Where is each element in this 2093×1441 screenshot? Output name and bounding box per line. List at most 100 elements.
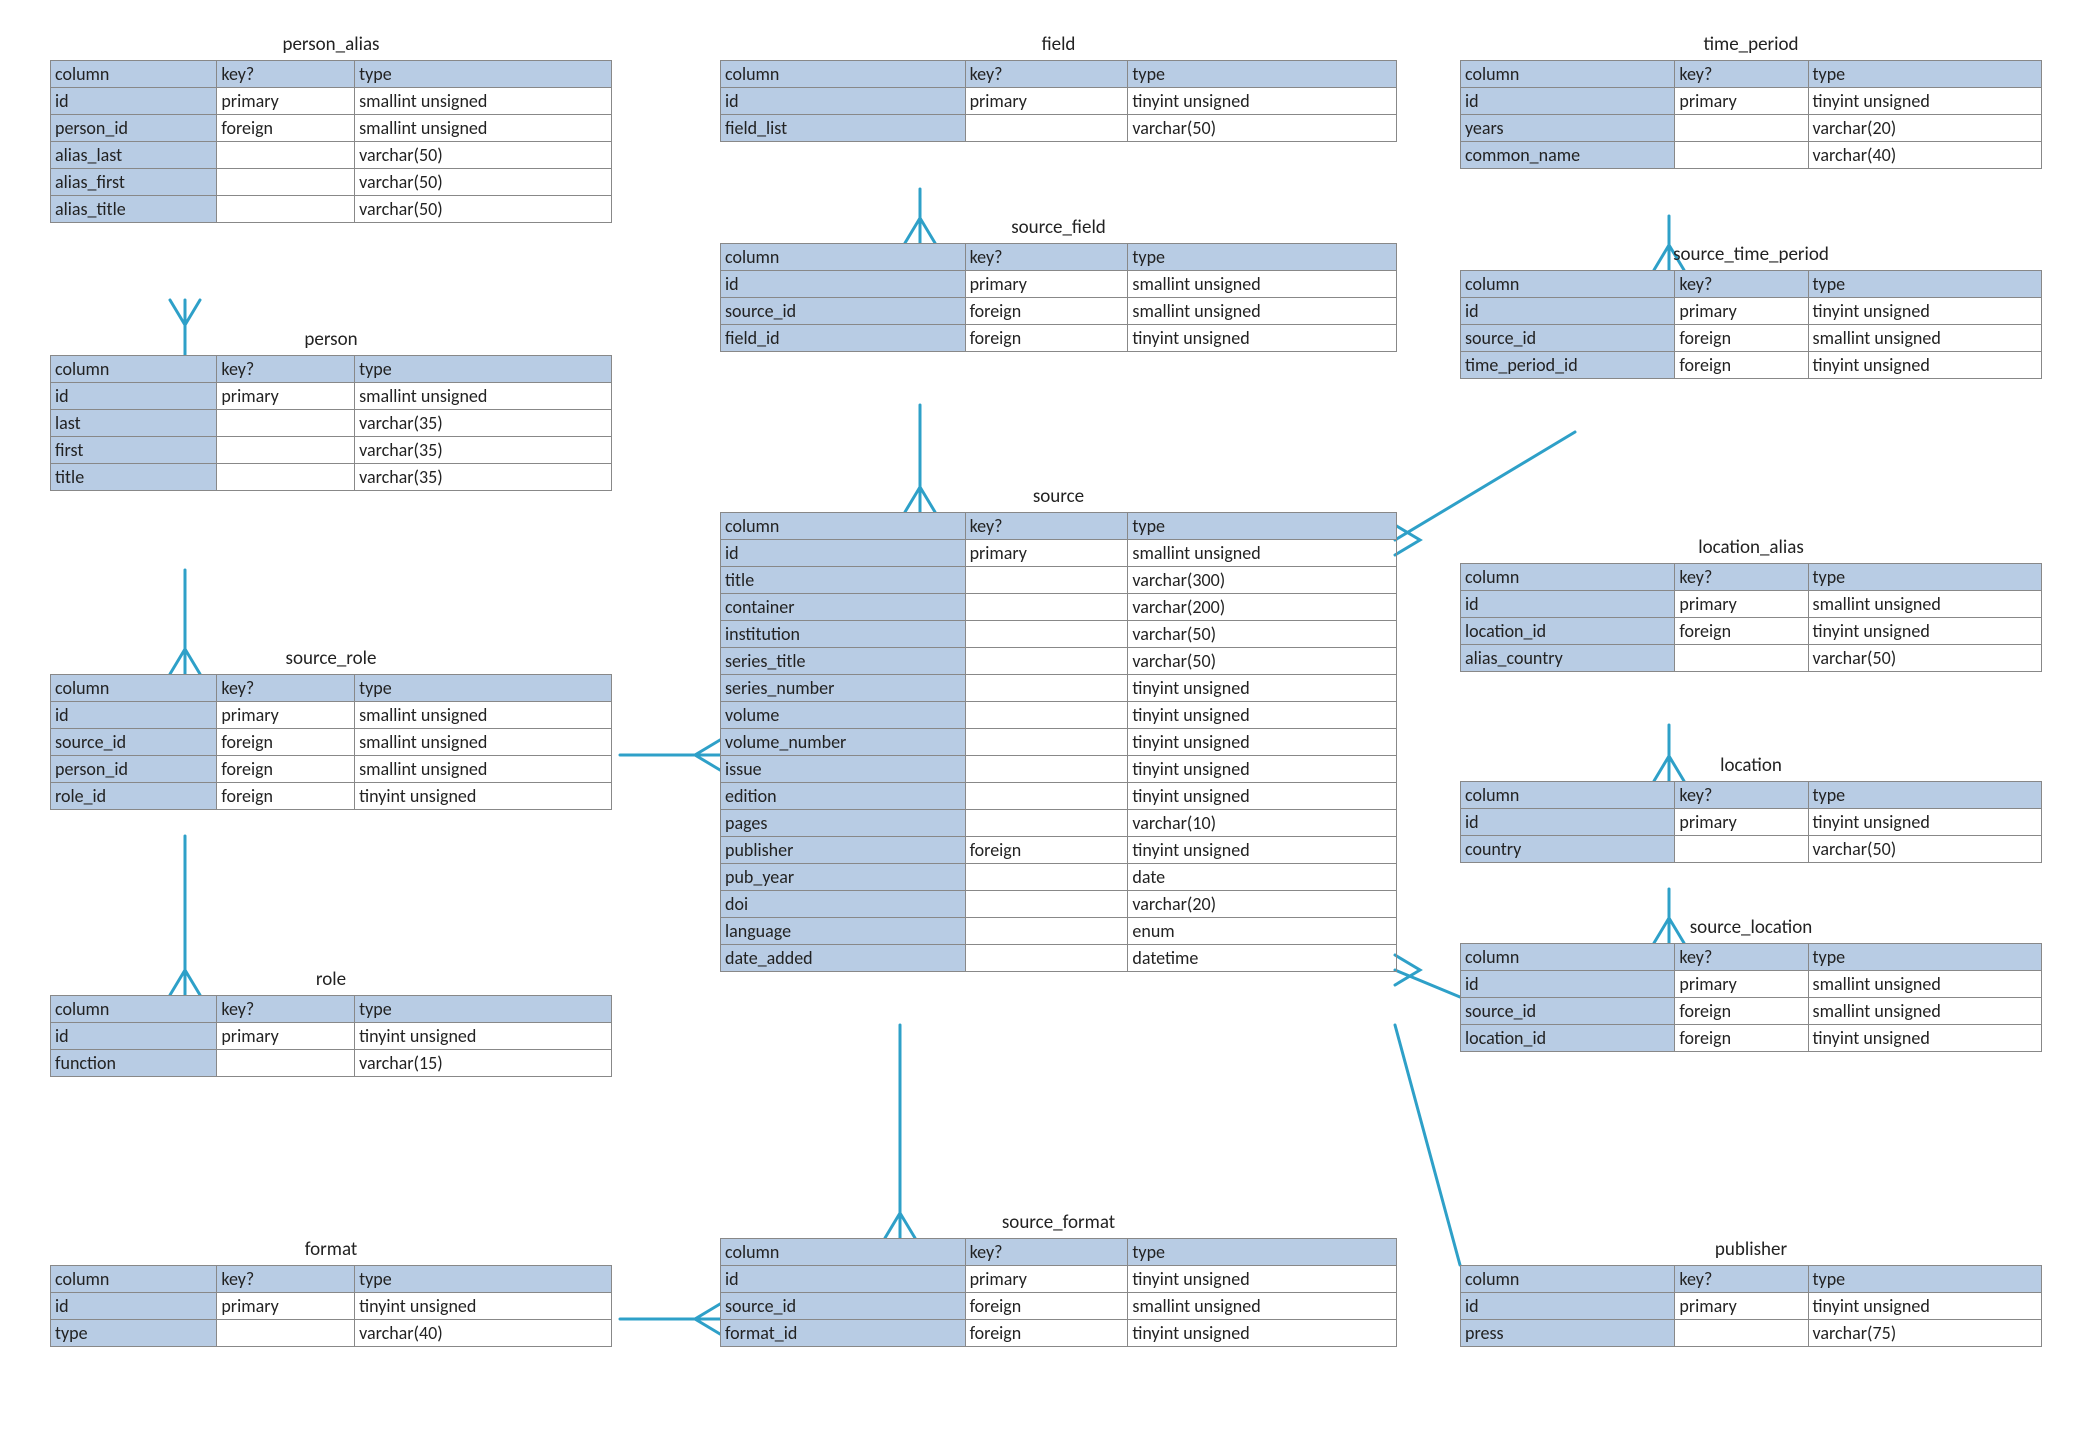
cell (966, 621, 1129, 647)
cell: person_id (51, 756, 217, 782)
header-cell: key? (966, 513, 1129, 539)
cell (217, 169, 355, 195)
header-cell: column (1461, 944, 1675, 970)
header-cell: column (1461, 61, 1675, 87)
cell (217, 196, 355, 222)
header-cell: column (1461, 1266, 1675, 1292)
cell: pub_year (721, 864, 966, 890)
cell: press (1461, 1320, 1675, 1346)
header-cell: column (51, 675, 217, 701)
entity-source_location: source_locationcolumnkey?typeidprimarysm… (1460, 943, 2042, 1052)
header-cell: type (1128, 1239, 1396, 1265)
table-row: yearsvarchar(20) (1461, 115, 2041, 142)
table-row: doivarchar(20) (721, 891, 1396, 918)
cell (1675, 836, 1808, 862)
header-cell: column (51, 1266, 217, 1292)
cell: source_id (51, 729, 217, 755)
cell: tinyint unsigned (355, 783, 611, 809)
cell: foreign (1675, 618, 1808, 644)
entity-source_role: source_rolecolumnkey?typeidprimarysmalli… (50, 674, 612, 810)
entity-publisher: publishercolumnkey?typeidprimarytinyint … (1460, 1265, 2042, 1347)
table-header: columnkey?type (721, 244, 1396, 271)
cell: varchar(50) (1809, 645, 2041, 671)
entity-field: fieldcolumnkey?typeidprimarytinyint unsi… (720, 60, 1397, 142)
table-header: columnkey?type (721, 513, 1396, 540)
header-cell: key? (217, 996, 355, 1022)
entity-title: source_role (51, 647, 611, 670)
cell: field_id (721, 325, 966, 351)
entity-source: sourcecolumnkey?typeidprimarysmallint un… (720, 512, 1397, 972)
cell: tinyint unsigned (1128, 1320, 1396, 1346)
cell: tinyint unsigned (1809, 88, 2041, 114)
cell: primary (966, 540, 1129, 566)
cell: alias_last (51, 142, 217, 168)
table-row: source_idforeignsmallint unsigned (1461, 325, 2041, 352)
table-row: idprimarysmallint unsigned (51, 383, 611, 410)
cell: type (51, 1320, 217, 1346)
cell: smallint unsigned (355, 702, 611, 728)
header-cell: type (355, 356, 611, 382)
table-row: idprimarytinyint unsigned (1461, 1293, 2041, 1320)
entity-time_period: time_periodcolumnkey?typeidprimarytinyin… (1460, 60, 2042, 169)
header-cell: type (1809, 944, 2041, 970)
table-header: columnkey?type (1461, 564, 2041, 591)
cell: id (721, 88, 966, 114)
table-row: languageenum (721, 918, 1396, 945)
cell: source_id (721, 298, 966, 324)
entity-source_field: source_fieldcolumnkey?typeidprimarysmall… (720, 243, 1397, 352)
table-row: source_idforeignsmallint unsigned (51, 729, 611, 756)
table-row: time_period_idforeigntinyint unsigned (1461, 352, 2041, 379)
cell: institution (721, 621, 966, 647)
table-header: columnkey?type (721, 61, 1396, 88)
table-row: publisherforeigntinyint unsigned (721, 837, 1396, 864)
cell: pages (721, 810, 966, 836)
table-row: alias_firstvarchar(50) (51, 169, 611, 196)
table-row: field_idforeigntinyint unsigned (721, 325, 1396, 352)
cell: source_id (721, 1293, 966, 1319)
cell: volume (721, 702, 966, 728)
table-row: editiontinyint unsigned (721, 783, 1396, 810)
table-row: idprimarysmallint unsigned (1461, 971, 2041, 998)
header-cell: key? (1675, 782, 1808, 808)
table-row: containervarchar(200) (721, 594, 1396, 621)
cell: varchar(20) (1809, 115, 2041, 141)
cell: smallint unsigned (355, 383, 611, 409)
table-row: idprimarysmallint unsigned (1461, 591, 2041, 618)
cell: tinyint unsigned (1128, 837, 1396, 863)
header-cell: column (1461, 782, 1675, 808)
cell: field_list (721, 115, 966, 141)
entity-source_format: source_formatcolumnkey?typeidprimarytiny… (720, 1238, 1397, 1347)
cell: varchar(35) (355, 437, 611, 463)
cell: primary (1675, 88, 1808, 114)
cell (966, 675, 1129, 701)
cell: varchar(35) (355, 410, 611, 436)
cell: alias_title (51, 196, 217, 222)
cell (966, 702, 1129, 728)
cell: foreign (217, 115, 355, 141)
cell (966, 783, 1129, 809)
header-cell: column (721, 1239, 966, 1265)
header-cell: key? (1675, 271, 1808, 297)
cell: varchar(20) (1128, 891, 1396, 917)
cell: last (51, 410, 217, 436)
header-cell: type (355, 1266, 611, 1292)
cell: smallint unsigned (355, 115, 611, 141)
cell (966, 864, 1129, 890)
table-row: alias_countryvarchar(50) (1461, 645, 2041, 672)
cell: varchar(40) (1809, 142, 2041, 168)
header-cell: key? (1675, 61, 1808, 87)
cell: varchar(50) (1128, 115, 1396, 141)
cell (966, 756, 1129, 782)
header-cell: key? (217, 1266, 355, 1292)
cell (1675, 1320, 1808, 1346)
table-row: countryvarchar(50) (1461, 836, 2041, 863)
cell: smallint unsigned (1809, 591, 2041, 617)
cell: primary (966, 271, 1129, 297)
cell: varchar(300) (1128, 567, 1396, 593)
cell: location_id (1461, 1025, 1675, 1051)
cell: enum (1128, 918, 1396, 944)
cell (217, 464, 355, 490)
header-cell: key? (966, 61, 1129, 87)
entity-title: source_time_period (1461, 243, 2041, 266)
cell: smallint unsigned (355, 88, 611, 114)
